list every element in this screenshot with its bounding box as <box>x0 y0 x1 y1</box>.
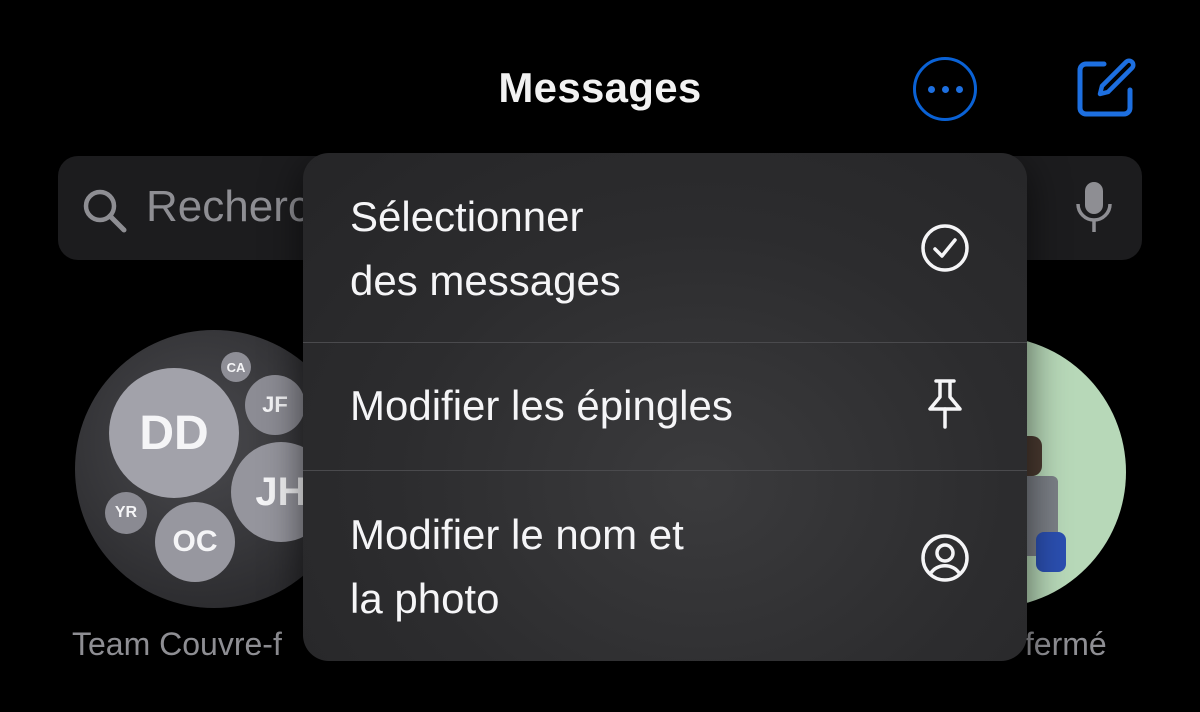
magnifier-icon <box>83 189 127 233</box>
person-circle-icon <box>921 534 969 582</box>
page-title: Messages <box>498 64 702 111</box>
ellipsis-dot <box>927 85 935 93</box>
search-placeholder: Recherc <box>146 182 310 231</box>
ellipsis-dot <box>955 85 963 93</box>
pinned-conversation-label: Team Couvre-f <box>72 626 282 662</box>
menu-item-edit-pins[interactable]: Modifier les épingles <box>303 343 1027 470</box>
avatar-shirt <box>1036 532 1066 572</box>
menu-item-label: Modifier les épingles <box>350 382 733 429</box>
pin-icon <box>928 379 962 429</box>
menu-item-select-messages[interactable]: Sélectionner des messages <box>303 153 1027 342</box>
menu-item-label: Sélectionner des messages <box>350 193 621 304</box>
member-initials-bubble: CA <box>221 352 251 382</box>
member-initials-bubble: JF <box>245 375 305 435</box>
member-initials-bubble: OC <box>155 502 235 582</box>
checkmark-circle-icon <box>921 224 969 272</box>
menu-item-edit-name-photo[interactable]: Modifier le nom et la photo <box>303 471 1027 661</box>
member-initials-bubble: DD <box>109 368 239 498</box>
context-menu: Sélectionner des messages Modifier les é… <box>303 153 1027 661</box>
menu-item-label: Modifier le nom et la photo <box>350 511 684 622</box>
compose-button[interactable] <box>1074 56 1138 120</box>
microphone-icon[interactable] <box>1074 180 1114 236</box>
member-initials-bubble: YR <box>105 492 147 534</box>
ellipsis-dot <box>941 85 949 93</box>
more-options-button[interactable] <box>913 57 977 121</box>
compose-icon <box>1077 58 1136 117</box>
